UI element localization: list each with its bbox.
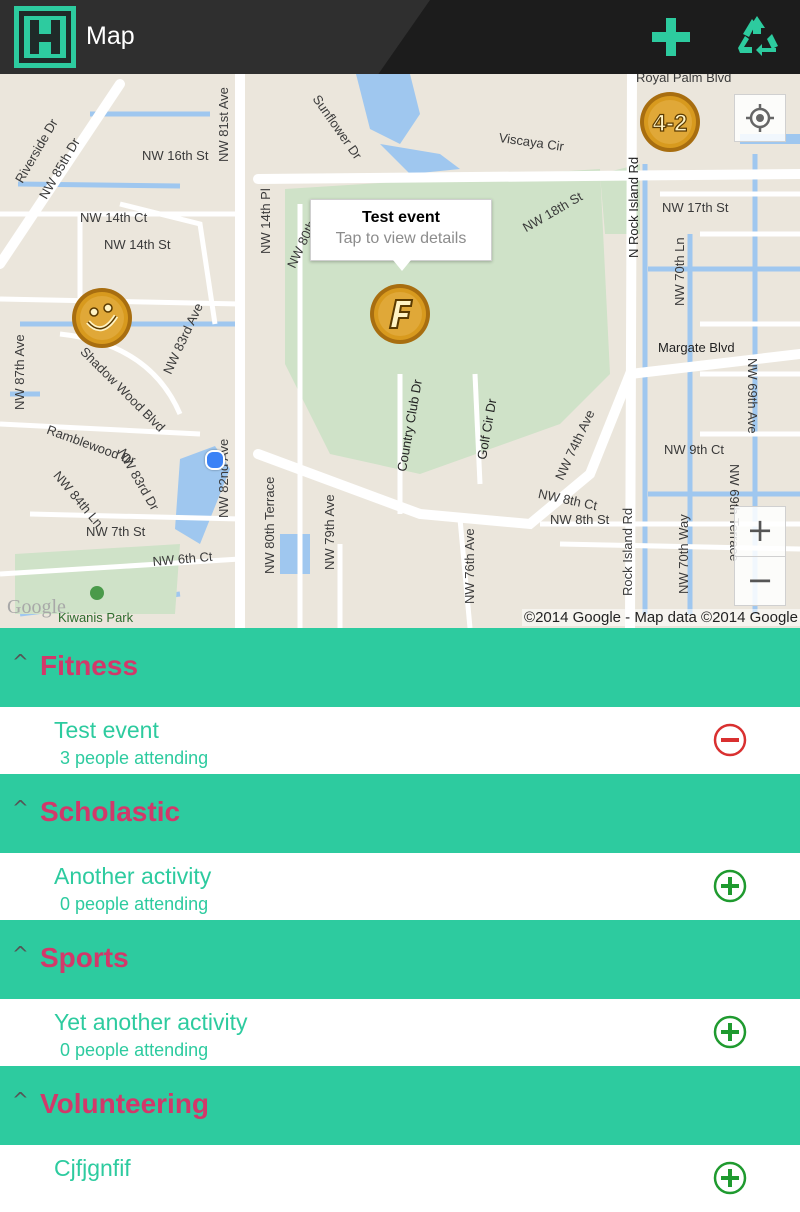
- my-location-dot-icon: [205, 450, 225, 470]
- chevron-up-icon: ^: [12, 942, 29, 966]
- add-icon[interactable]: [713, 1015, 747, 1049]
- street-label: NW 76th Ave: [462, 528, 477, 604]
- chevron-up-icon: ^: [12, 1088, 29, 1112]
- zoom-out-button[interactable]: −: [735, 556, 785, 606]
- category-name: Volunteering: [40, 1088, 210, 1119]
- category-header-sports[interactable]: ^ Sports: [0, 920, 800, 999]
- street-label: NW 81st Ave: [216, 87, 231, 162]
- street-label: NW 17th St: [662, 200, 729, 215]
- remove-icon[interactable]: [713, 723, 747, 757]
- street-label: NW 14th St: [104, 237, 171, 252]
- street-label: NW 69th Ave: [745, 358, 760, 434]
- attendance-count: 0 people attending: [60, 894, 209, 914]
- map-copyright: ©2014 Google - Map data ©2014 Google: [522, 609, 800, 626]
- list-item[interactable]: Cjfjgnfif: [0, 1145, 800, 1212]
- svg-text:4-2: 4-2: [653, 110, 688, 137]
- action-bar: Map: [0, 0, 800, 74]
- add-event-button[interactable]: [648, 14, 694, 60]
- info-window-subtitle: Tap to view details: [335, 230, 467, 247]
- activity-name: Test event: [54, 717, 159, 743]
- street-label: Royal Palm Blvd: [636, 74, 732, 85]
- park-label: Kiwanis Park: [58, 610, 134, 625]
- park-pin-icon: [90, 586, 104, 600]
- info-window-title: Test event: [362, 209, 440, 226]
- app-logo-icon[interactable]: [14, 6, 76, 68]
- street-label: NW 7th St: [86, 524, 146, 539]
- category-name: Sports: [40, 942, 129, 973]
- add-icon[interactable]: [713, 1161, 747, 1195]
- street-label: N Rock Island Rd: [626, 156, 641, 258]
- list-item[interactable]: Another activity 0 people attending: [0, 853, 800, 920]
- street-label: Rock Island Rd: [620, 507, 635, 596]
- street-label: NW 70th Way: [676, 514, 691, 594]
- list-item[interactable]: Test event 3 people attending: [0, 707, 800, 774]
- street-label: NW 14th Pl: [258, 188, 273, 254]
- add-icon[interactable]: [713, 869, 747, 903]
- crosshair-icon: [746, 104, 774, 132]
- category-header-scholastic[interactable]: ^ Scholastic: [0, 774, 800, 853]
- marker-info-window[interactable]: Test event Tap to view details: [310, 199, 492, 271]
- my-location-button[interactable]: [734, 94, 786, 142]
- category-name: Fitness: [40, 650, 139, 681]
- category-name: Scholastic: [40, 796, 181, 827]
- smiley-coin-marker-icon[interactable]: [70, 286, 134, 350]
- activity-name: Another activity: [54, 863, 212, 889]
- street-label: NW 16th St: [142, 148, 209, 163]
- app-title: Map: [86, 22, 135, 50]
- list-item[interactable]: Yet another activity 0 people attending: [0, 999, 800, 1066]
- street-label: NW 8th St: [550, 512, 610, 527]
- chevron-up-icon: ^: [12, 650, 29, 674]
- recycle-icon[interactable]: [732, 12, 782, 62]
- activity-name: Yet another activity: [54, 1009, 248, 1035]
- activity-name: Cjfjgnfif: [54, 1155, 131, 1181]
- google-watermark: Google: [7, 596, 66, 618]
- street-label: NW 70th Ln: [672, 237, 687, 306]
- street-label: NW 79th Ave: [322, 494, 337, 570]
- category-header-volunteering[interactable]: ^ Volunteering: [0, 1066, 800, 1145]
- map-view[interactable]: Royal Palm Blvd Viscaya Cir Sunflower Dr…: [0, 74, 800, 628]
- chevron-up-icon: ^: [12, 796, 29, 820]
- attendance-count: 0 people attending: [60, 1040, 209, 1060]
- zoom-controls: + −: [734, 506, 786, 606]
- letter-f-coin-marker-icon[interactable]: [368, 282, 432, 346]
- category-header-fitness[interactable]: ^ Fitness: [0, 628, 800, 707]
- four-two-coin-marker-icon[interactable]: 4-2: [638, 90, 702, 154]
- street-label: NW 87th Ave: [12, 334, 27, 410]
- attendance-count: 3 people attending: [60, 748, 209, 768]
- zoom-in-button[interactable]: +: [735, 507, 785, 556]
- street-label: NW 14th Ct: [80, 210, 148, 225]
- street-label: NW 80th Terrace: [262, 476, 277, 574]
- street-label: Margate Blvd: [658, 340, 735, 355]
- activity-list: ^ Fitness Test event 3 people attending …: [0, 628, 800, 1212]
- street-label: NW 9th Ct: [664, 442, 724, 457]
